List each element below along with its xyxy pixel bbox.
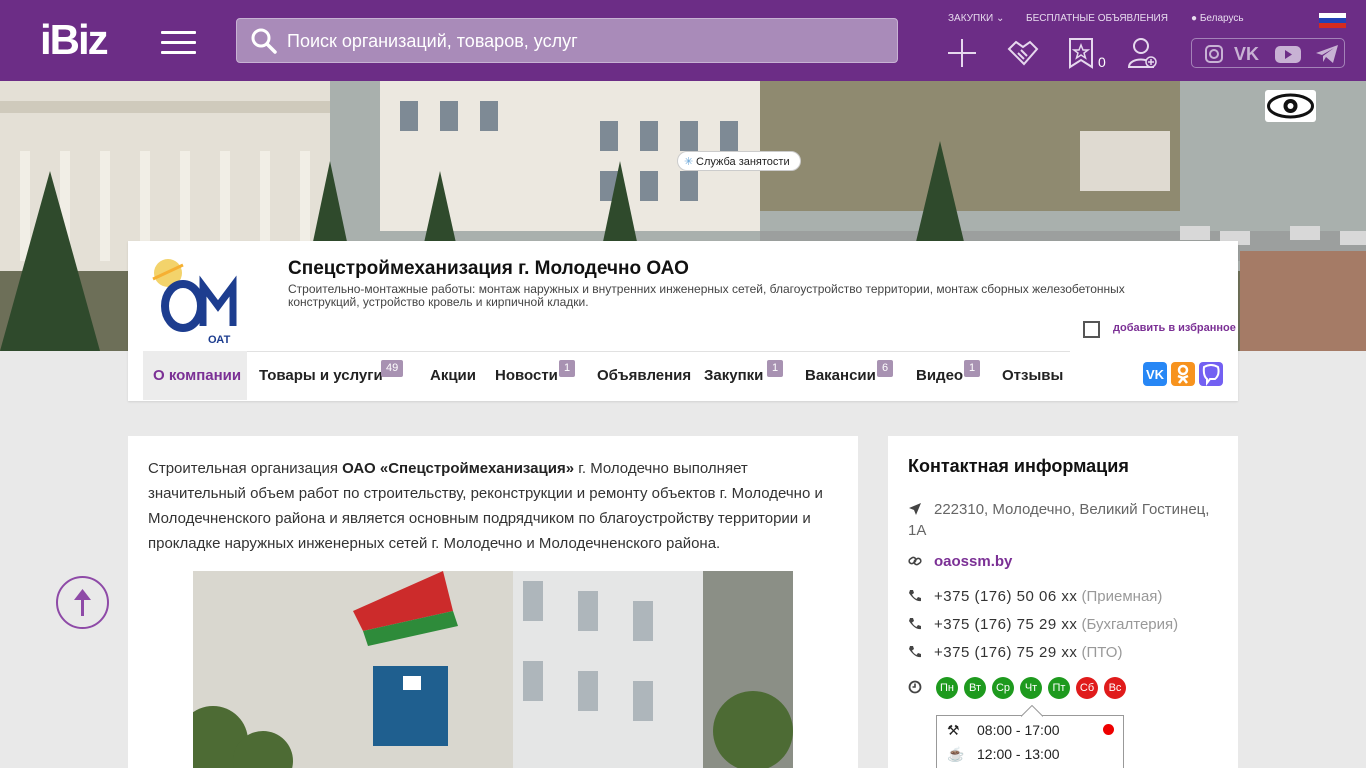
favorites-count: 0 xyxy=(1098,54,1106,70)
search-icon xyxy=(251,28,277,54)
youtube-icon[interactable] xyxy=(1274,44,1302,64)
social-links: VK xyxy=(1191,38,1345,68)
company-intro-text: Строительная организация ОАО «Спецстройм… xyxy=(148,460,823,552)
zakupki-link[interactable]: Закупки ⌄ xyxy=(948,13,1004,24)
contact-info-title: Контактная информация xyxy=(908,456,1129,476)
search-input[interactable]: Поиск организаций, товаров, услуг xyxy=(236,18,898,63)
popup-pointer xyxy=(1021,705,1043,717)
tab-ads[interactable]: Объявления xyxy=(597,351,691,400)
viber-share-button[interactable] xyxy=(1199,362,1223,386)
day-fri[interactable]: Пт xyxy=(1048,677,1070,699)
tab-reviews[interactable]: Отзывы xyxy=(1002,351,1063,400)
favorite-label[interactable]: добавить в избранное xyxy=(1113,322,1236,334)
day-tue[interactable]: Вт xyxy=(964,677,986,699)
tab-promotions[interactable]: Акции xyxy=(430,351,476,400)
day-sat[interactable]: Сб xyxy=(1076,677,1098,699)
phone-number[interactable]: +375 (176) 75 29 xx xyxy=(934,616,1077,633)
top-navbar: iBiz Поиск организаций, товаров, услуг З… xyxy=(0,0,1366,81)
handshake-icon[interactable] xyxy=(1006,37,1040,69)
favorite-checkbox[interactable] xyxy=(1083,321,1100,338)
address-row: 222310, Молодечно, Великий Гостинец, 1А xyxy=(908,501,1210,539)
accessibility-eye-icon[interactable] xyxy=(1265,90,1316,122)
company-card: ОАТ Спецстроймеханизация г. Молодечно ОА… xyxy=(128,241,1238,401)
tab-news[interactable]: Новости 1 xyxy=(495,351,580,400)
tab-vacancies[interactable]: Вакансии 6 xyxy=(805,351,900,400)
office-photo xyxy=(193,571,793,768)
day-sun[interactable]: Вс xyxy=(1104,677,1126,699)
menu-icon[interactable] xyxy=(161,31,196,54)
phone-icon xyxy=(909,590,921,602)
clock-icon xyxy=(908,680,922,694)
work-hours-row: ⚒ 08:00 - 17:00 xyxy=(947,722,1060,738)
company-title: Спецстроймеханизация г. Молодечно ОАО xyxy=(288,258,689,279)
tab-about[interactable]: О компании xyxy=(143,351,247,400)
day-wed[interactable]: Ср xyxy=(992,677,1014,699)
vk-share-button[interactable]: VK xyxy=(1143,362,1167,386)
scroll-up-button[interactable] xyxy=(56,576,109,629)
user-add-icon[interactable] xyxy=(1128,37,1158,69)
tab-products[interactable]: Товары и услуги 49 xyxy=(259,351,414,400)
purchases-count-badge: 1 xyxy=(767,360,784,377)
ibiz-logo[interactable]: iBiz xyxy=(40,18,109,62)
tools-icon: ⚒ xyxy=(947,722,960,738)
phone-icon xyxy=(909,618,921,630)
add-icon[interactable] xyxy=(946,37,978,69)
region-link[interactable]: ● Беларусь xyxy=(1191,13,1244,24)
lunch-hours-row: ☕ 12:00 - 13:00 xyxy=(947,746,1060,762)
ok-share-button[interactable] xyxy=(1171,362,1195,386)
company-description: Строительно-монтажные работы: монтаж нар… xyxy=(288,282,1125,309)
phone-number[interactable]: +375 (176) 50 06 xx xyxy=(934,588,1077,605)
favorites-icon[interactable] xyxy=(1068,37,1094,69)
video-count-badge: 1 xyxy=(964,360,981,377)
employment-service-tag[interactable]: ✳ Служба занятости xyxy=(677,151,801,171)
vacancies-count-badge: 6 xyxy=(877,360,894,377)
about-section: Строительная организация ОАО «Спецстройм… xyxy=(128,436,858,768)
logo-text: ОАТ xyxy=(208,334,231,346)
day-thu[interactable]: Чт xyxy=(1020,677,1042,699)
telegram-icon[interactable] xyxy=(1315,43,1339,65)
link-icon xyxy=(908,556,922,566)
phone-number[interactable]: +375 (176) 75 29 xx xyxy=(934,644,1077,661)
search-placeholder: Поиск организаций, товаров, услуг xyxy=(287,31,578,51)
tab-purchases[interactable]: Закупки 1 xyxy=(704,351,789,400)
products-count-badge: 49 xyxy=(381,360,404,377)
day-mon[interactable]: Пн xyxy=(936,677,958,699)
phone-icon xyxy=(909,646,921,658)
vk-icon[interactable]: VK xyxy=(1234,44,1264,64)
news-count-badge: 1 xyxy=(559,360,576,377)
tab-video[interactable]: Видео 1 xyxy=(916,351,986,400)
instagram-icon[interactable] xyxy=(1204,44,1224,64)
snowflake-icon: ✳ xyxy=(684,156,694,168)
schedule-popup: ⚒ 08:00 - 17:00 ☕ 12:00 - 13:00 xyxy=(936,705,1124,768)
coffee-icon: ☕ xyxy=(947,746,965,762)
company-logo: ОАТ xyxy=(143,251,250,351)
free-ads-link[interactable]: Бесплатные объявления xyxy=(1026,13,1168,24)
russian-flag-icon[interactable] xyxy=(1319,13,1346,28)
svg-text:VK: VK xyxy=(1234,44,1259,64)
svg-text:VK: VK xyxy=(1146,367,1165,382)
website-link[interactable]: oaossm.by xyxy=(934,551,1012,572)
contact-info-panel: Контактная информация 222310, Молодечно,… xyxy=(888,436,1238,768)
closed-status-dot xyxy=(1103,724,1114,735)
location-arrow-icon xyxy=(909,503,921,515)
